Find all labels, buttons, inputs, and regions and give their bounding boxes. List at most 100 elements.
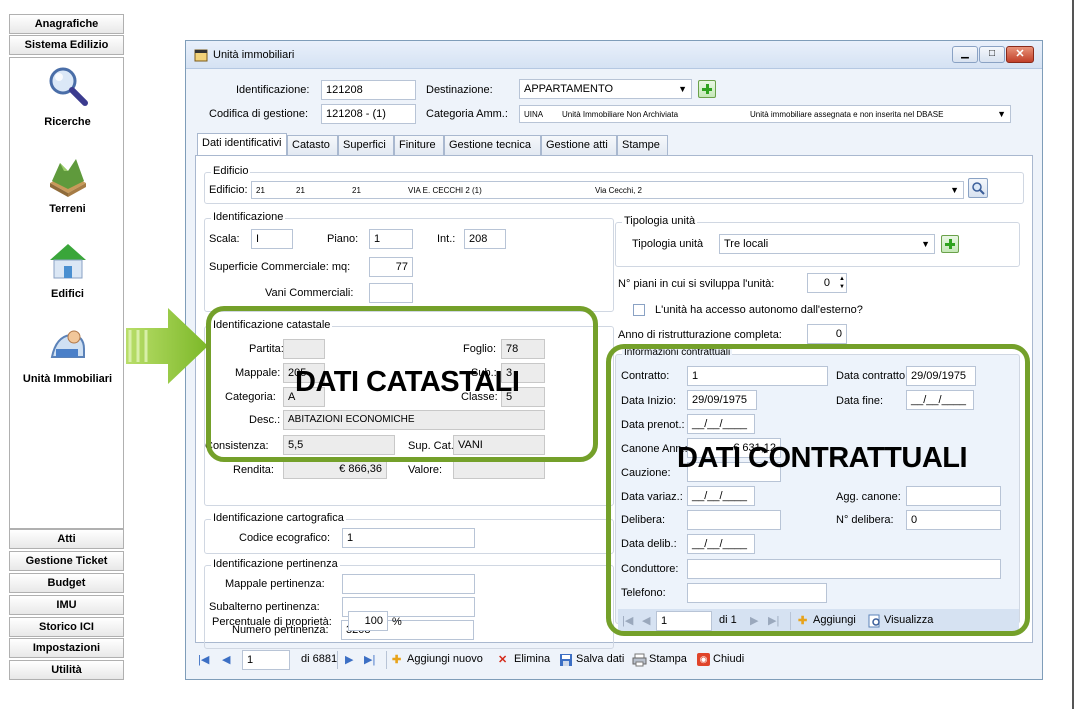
bottom-nav: |◀ ◀ 1 di 6881 ▶ ▶| ✚ Aggiungi nuovo ✕ E… bbox=[194, 648, 1034, 672]
tab-finiture[interactable]: Finiture bbox=[394, 135, 444, 155]
scala-label: Scala: bbox=[209, 233, 240, 245]
search-icon bbox=[972, 182, 985, 195]
sidebar-item-terreni[interactable]: Terreni bbox=[10, 153, 125, 223]
cartografica-group: Identificazione cartografica Codice ecog… bbox=[204, 512, 614, 554]
int-field[interactable]: 208 bbox=[464, 229, 506, 249]
categoria-code: UINA bbox=[524, 110, 544, 119]
chevron-down-icon: ▼ bbox=[950, 185, 959, 195]
codice-ecografico-label: Codice ecografico: bbox=[239, 532, 331, 544]
int-label: Int.: bbox=[437, 233, 456, 245]
npiani-label: N° piani in cui si sviluppa l'unità: bbox=[618, 278, 775, 290]
tipologia-label: Tipologia unità bbox=[632, 238, 704, 250]
mappale-pertinenza-label: Mappale pertinenza: bbox=[225, 578, 325, 590]
superficie-field[interactable]: 77 bbox=[369, 257, 413, 277]
edificio-group: Edificio Edificio: 21 21 21 VIA E. CECCH… bbox=[204, 165, 1024, 204]
salva-dati-button[interactable]: Salva dati bbox=[576, 653, 624, 665]
valore-label: Valore: bbox=[408, 464, 443, 476]
window-title: Unità immobiliari bbox=[213, 49, 295, 61]
right-border bbox=[1072, 0, 1074, 709]
maximize-button[interactable]: □ bbox=[979, 46, 1005, 63]
edificio-value-5: Via Cecchi, 2 bbox=[595, 186, 642, 195]
add-destinazione-icon[interactable] bbox=[698, 80, 716, 98]
aggiungi-nuovo-button[interactable]: Aggiungi nuovo bbox=[407, 653, 483, 665]
edificio-search-button[interactable] bbox=[968, 178, 988, 198]
edificio-value-4: VIA E. CECCHI 2 (1) bbox=[408, 186, 482, 195]
edificio-select[interactable]: 21 21 21 VIA E. CECCHI 2 (1) Via Cecchi,… bbox=[251, 181, 964, 199]
rendita-field[interactable]: € 866,36 bbox=[283, 459, 387, 479]
print-icon bbox=[632, 653, 647, 667]
npiani-value: 0 bbox=[823, 277, 830, 289]
destinazione-select[interactable]: APPARTAMENTO ▼ bbox=[519, 79, 692, 99]
edificio-value-2: 21 bbox=[296, 186, 305, 195]
add-tipologia-icon[interactable] bbox=[941, 235, 959, 253]
tipologia-value: Tre locali bbox=[724, 238, 769, 250]
page-of-label: di 6881 bbox=[301, 653, 338, 665]
identificazione-group: Identificazione Scala: I Piano: 1 Int.: … bbox=[204, 211, 614, 312]
edificio-value-1: 21 bbox=[256, 186, 265, 195]
edificio-group-title: Edificio bbox=[211, 165, 251, 177]
next-page-icon[interactable]: ▶ bbox=[345, 653, 353, 666]
codifica-field[interactable]: 121208 - (1) bbox=[321, 104, 416, 124]
elimina-button[interactable]: Elimina bbox=[514, 653, 550, 665]
last-page-icon[interactable]: ▶| bbox=[364, 653, 375, 666]
spinner-arrows-icon: ▲ ▼ bbox=[839, 276, 845, 290]
add-icon: ✚ bbox=[392, 654, 402, 666]
identificazione-label: Identificazione: bbox=[236, 84, 310, 96]
sidebar-button-impostazioni[interactable]: Impostazioni bbox=[9, 638, 124, 658]
sidebar-button-imu[interactable]: IMU bbox=[9, 595, 124, 615]
valore-field[interactable] bbox=[453, 459, 545, 479]
sidebar-button-gestione-ticket[interactable]: Gestione Ticket bbox=[9, 551, 124, 571]
prev-page-icon[interactable]: ◀ bbox=[222, 653, 230, 666]
sidebar-item-ricerche[interactable]: Ricerche bbox=[10, 58, 125, 148]
sidebar-button-atti[interactable]: Atti bbox=[9, 529, 124, 549]
stampa-button[interactable]: Stampa bbox=[649, 653, 687, 665]
sidebar-button-storico-ici[interactable]: Storico ICI bbox=[9, 617, 124, 637]
scala-field[interactable]: I bbox=[251, 229, 293, 249]
accesso-checkbox[interactable] bbox=[633, 304, 645, 316]
nav-separator bbox=[386, 651, 387, 669]
sidebar-button-utilita[interactable]: Utilità bbox=[9, 660, 124, 680]
accesso-label: L'unità ha accesso autonomo dall'esterno… bbox=[655, 304, 863, 316]
anno-field[interactable]: 0 bbox=[807, 324, 847, 344]
sidebar-button-anagrafiche[interactable]: Anagrafiche bbox=[9, 14, 124, 34]
page-field[interactable]: 1 bbox=[242, 650, 290, 670]
destinazione-label: Destinazione: bbox=[426, 84, 493, 96]
tab-gestione-tecnica[interactable]: Gestione tecnica bbox=[444, 135, 541, 155]
tab-stampe[interactable]: Stampe bbox=[617, 135, 668, 155]
piano-field[interactable]: 1 bbox=[369, 229, 413, 249]
chiudi-button[interactable]: Chiudi bbox=[713, 653, 744, 665]
codice-ecografico-field[interactable]: 1 bbox=[342, 528, 475, 548]
close-window-button[interactable]: ✕ bbox=[1006, 46, 1034, 63]
sidebar-button-budget[interactable]: Budget bbox=[9, 573, 124, 593]
pertinenza-group-title: Identificazione pertinenza bbox=[211, 558, 340, 570]
edificio-value-3: 21 bbox=[352, 186, 361, 195]
house-icon bbox=[50, 244, 86, 279]
percentuale-field[interactable]: 100 bbox=[348, 611, 388, 631]
first-page-icon[interactable]: |◀ bbox=[198, 653, 209, 666]
tab-dati-identificativi[interactable]: Dati identificativi bbox=[197, 133, 287, 155]
minimize-button[interactable]: ▁ bbox=[952, 46, 978, 63]
mappale-pertinenza-field[interactable] bbox=[342, 574, 475, 594]
cartografica-group-title: Identificazione cartografica bbox=[211, 512, 346, 524]
sidebar-button-sistema-edilizio[interactable]: Sistema Edilizio bbox=[9, 35, 124, 55]
categoria-amm-select[interactable]: UINA Unità Immobiliare Non Archiviata Un… bbox=[519, 105, 1011, 123]
sidebar-item-edifici[interactable]: Edifici bbox=[10, 238, 125, 308]
tab-superfici[interactable]: Superfici bbox=[338, 135, 394, 155]
tab-catasto[interactable]: Catasto bbox=[287, 135, 338, 155]
sidebar-item-label: Edifici bbox=[50, 288, 84, 300]
contrattuali-highlight-box bbox=[606, 344, 1030, 636]
superficie-label: Superficie Commerciale: mq: bbox=[209, 261, 351, 273]
title-bar: Unità immobiliari ▁ □ ✕ bbox=[186, 41, 1042, 69]
npiani-spinner[interactable]: 0 ▲ ▼ bbox=[807, 273, 847, 293]
identificazione-field[interactable]: 121208 bbox=[321, 80, 416, 100]
vani-field[interactable] bbox=[369, 283, 413, 303]
categoria-amm-label: Categoria Amm.: bbox=[426, 108, 508, 120]
sidebar-item-label: Ricerche bbox=[44, 116, 91, 128]
window-icon bbox=[194, 49, 208, 62]
chevron-down-icon: ▼ bbox=[678, 84, 687, 94]
sidebar-item-unita-immobiliari[interactable]: Unità Immobiliari bbox=[10, 323, 125, 393]
percentuale-unit: % bbox=[392, 616, 402, 628]
piano-label: Piano: bbox=[327, 233, 359, 245]
tipologia-select[interactable]: Tre locali ▼ bbox=[719, 234, 935, 254]
tab-gestione-atti[interactable]: Gestione atti bbox=[541, 135, 617, 155]
